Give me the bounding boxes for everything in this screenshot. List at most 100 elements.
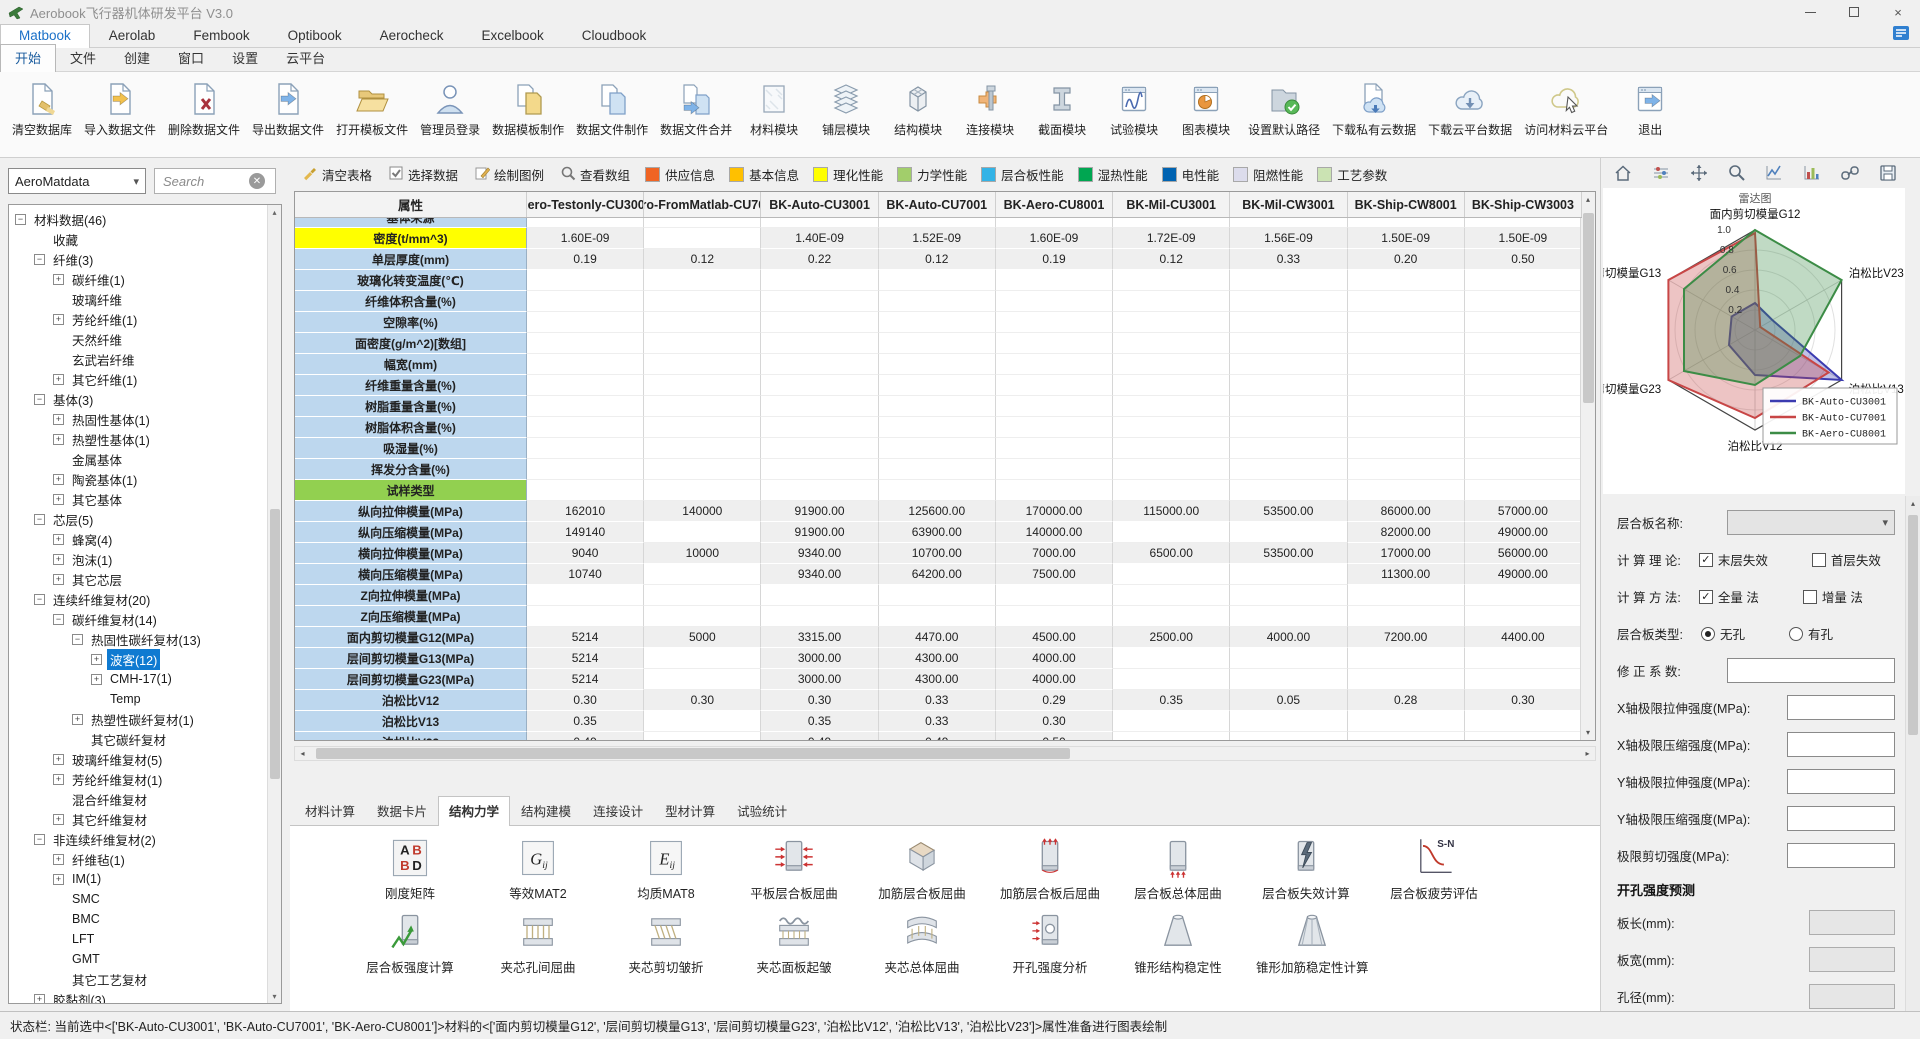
property-cell[interactable]: 密度(t/mm^3) — [295, 228, 527, 249]
tool-button[interactable]: 夹芯总体屈曲 — [872, 910, 972, 976]
expand-icon[interactable]: + — [53, 374, 64, 385]
value-cell[interactable]: 5214 — [527, 627, 644, 648]
value-cell[interactable] — [879, 291, 996, 312]
collapse-icon[interactable]: − — [15, 214, 26, 225]
value-cell[interactable] — [1465, 648, 1580, 669]
value-cell[interactable]: 1.52E-09 — [879, 228, 996, 249]
tree-node[interactable]: BMC — [13, 909, 265, 929]
radio-icon[interactable] — [1789, 627, 1803, 641]
value-cell[interactable] — [761, 480, 878, 501]
value-cell[interactable] — [644, 354, 761, 375]
value-cell[interactable] — [996, 417, 1113, 438]
value-cell[interactable] — [1230, 480, 1347, 501]
app-tab-aerocheck[interactable]: Aerocheck — [361, 24, 463, 47]
value-cell[interactable]: 9340.00 — [761, 564, 878, 585]
value-cell[interactable] — [761, 291, 878, 312]
bottom-tab[interactable]: 试验统计 — [726, 796, 798, 825]
field-input[interactable] — [1787, 806, 1895, 831]
category-toggle[interactable]: 供应信息 — [640, 162, 720, 187]
bottom-tab[interactable]: 型材计算 — [654, 796, 726, 825]
value-cell[interactable]: 3000.00 — [761, 648, 878, 669]
home-icon[interactable] — [1613, 163, 1633, 183]
expand-icon[interactable]: + — [53, 534, 64, 545]
value-cell[interactable]: 57000.00 — [1465, 501, 1580, 522]
collapse-icon[interactable]: − — [34, 514, 45, 525]
property-cell[interactable]: Z向拉伸模量(MPa) — [295, 585, 527, 606]
property-cell[interactable]: 面密度(g/m^2)[数组] — [295, 333, 527, 354]
column-header[interactable]: BK-Mil-CU3001 — [1113, 192, 1230, 217]
tool-button[interactable]: 夹芯孔间屈曲 — [488, 910, 588, 976]
value-cell[interactable]: 125600.00 — [879, 501, 996, 522]
tree-node[interactable]: +其它纤维复材 — [13, 809, 265, 829]
ribbon-tool-button[interactable]: 试验模块 — [1098, 79, 1170, 140]
bottom-tab[interactable]: 结构力学 — [438, 796, 510, 826]
property-cell[interactable]: 面内剪切模量G12(MPa) — [295, 627, 527, 648]
tree-node[interactable]: +波客(12) — [13, 649, 265, 669]
value-cell[interactable] — [1465, 480, 1580, 501]
ribbon-tool-button[interactable]: 图表模块 — [1170, 79, 1242, 140]
value-cell[interactable] — [879, 480, 996, 501]
value-cell[interactable] — [1465, 585, 1580, 606]
menu-item[interactable]: 开始 — [0, 44, 56, 72]
value-cell[interactable] — [1113, 291, 1230, 312]
filter-button[interactable]: 选择数据 — [382, 162, 464, 187]
value-cell[interactable] — [1348, 354, 1465, 375]
value-cell[interactable] — [1113, 396, 1230, 417]
value-cell[interactable]: 1.72E-09 — [1113, 228, 1230, 249]
value-cell[interactable]: 162010 — [527, 501, 644, 522]
value-cell[interactable]: 0.35 — [527, 711, 644, 732]
value-cell[interactable]: 53500.00 — [1230, 543, 1347, 564]
property-cell[interactable]: 横向压缩模量(MPa) — [295, 564, 527, 585]
category-toggle[interactable]: 湿热性能 — [1073, 162, 1153, 187]
value-cell[interactable] — [1230, 291, 1347, 312]
search-input[interactable] — [163, 174, 249, 189]
value-cell[interactable] — [996, 606, 1113, 627]
tree-node[interactable]: SMC — [13, 889, 265, 909]
tree-node[interactable]: −热固性碳纤复材(13) — [13, 629, 265, 649]
value-cell[interactable] — [644, 732, 761, 740]
filter-button[interactable]: 绘制图例 — [468, 162, 550, 187]
value-cell[interactable] — [1230, 522, 1347, 543]
property-cell[interactable]: 玻璃化转变温度(℃) — [295, 270, 527, 291]
value-cell[interactable] — [527, 480, 644, 501]
scroll-left-icon[interactable]: ◂ — [295, 749, 310, 758]
tree-node[interactable]: LFT — [13, 929, 265, 949]
value-cell[interactable] — [1348, 291, 1465, 312]
menu-item[interactable]: 设置 — [218, 45, 272, 71]
ribbon-tool-button[interactable]: 管理员登录 — [414, 79, 486, 140]
value-cell[interactable] — [1230, 564, 1347, 585]
value-cell[interactable] — [761, 438, 878, 459]
scroll-down-icon[interactable]: ▾ — [268, 989, 282, 1003]
property-cell[interactable]: 单层厚度(mm) — [295, 249, 527, 270]
app-tab-cloudbook[interactable]: Cloudbook — [563, 24, 666, 47]
value-cell[interactable]: 0.50 — [996, 732, 1113, 740]
value-cell[interactable] — [1113, 312, 1230, 333]
value-cell[interactable]: 0.33 — [879, 690, 996, 711]
value-cell[interactable]: 0.20 — [1348, 249, 1465, 270]
expand-icon[interactable]: + — [53, 494, 64, 505]
app-tab-excelbook[interactable]: Excelbook — [462, 24, 562, 47]
property-cell[interactable]: 基体来源 — [295, 218, 527, 228]
value-cell[interactable] — [996, 375, 1113, 396]
value-cell[interactable]: 0.33 — [879, 711, 996, 732]
value-cell[interactable] — [1465, 606, 1580, 627]
category-toggle[interactable]: 电性能 — [1157, 162, 1225, 187]
tree-node[interactable]: 其它碳纤复材 — [13, 729, 265, 749]
ribbon-tool-button[interactable]: 结构模块 — [882, 79, 954, 140]
scrollbar-thumb[interactable] — [316, 748, 1070, 759]
tree-node[interactable]: +纤维毡(1) — [13, 849, 265, 869]
value-cell[interactable]: 1.50E-09 — [1465, 228, 1580, 249]
value-cell[interactable] — [527, 354, 644, 375]
expand-icon[interactable]: + — [53, 474, 64, 485]
ribbon-tool-button[interactable]: 数据模板制作 — [486, 79, 570, 140]
value-cell[interactable] — [996, 585, 1113, 606]
value-cell[interactable]: 0.49 — [879, 732, 996, 740]
tree-scrollbar[interactable]: ▴ ▾ — [267, 205, 281, 1003]
tool-button[interactable]: 加筋层合板屈曲 — [872, 836, 972, 902]
value-cell[interactable] — [1113, 585, 1230, 606]
value-cell[interactable]: 149140 — [527, 522, 644, 543]
value-cell[interactable] — [644, 606, 761, 627]
property-cell[interactable]: 横向拉伸模量(MPa) — [295, 543, 527, 564]
tree-node[interactable]: −非连续纤维复材(2) — [13, 829, 265, 849]
value-cell[interactable] — [1230, 585, 1347, 606]
